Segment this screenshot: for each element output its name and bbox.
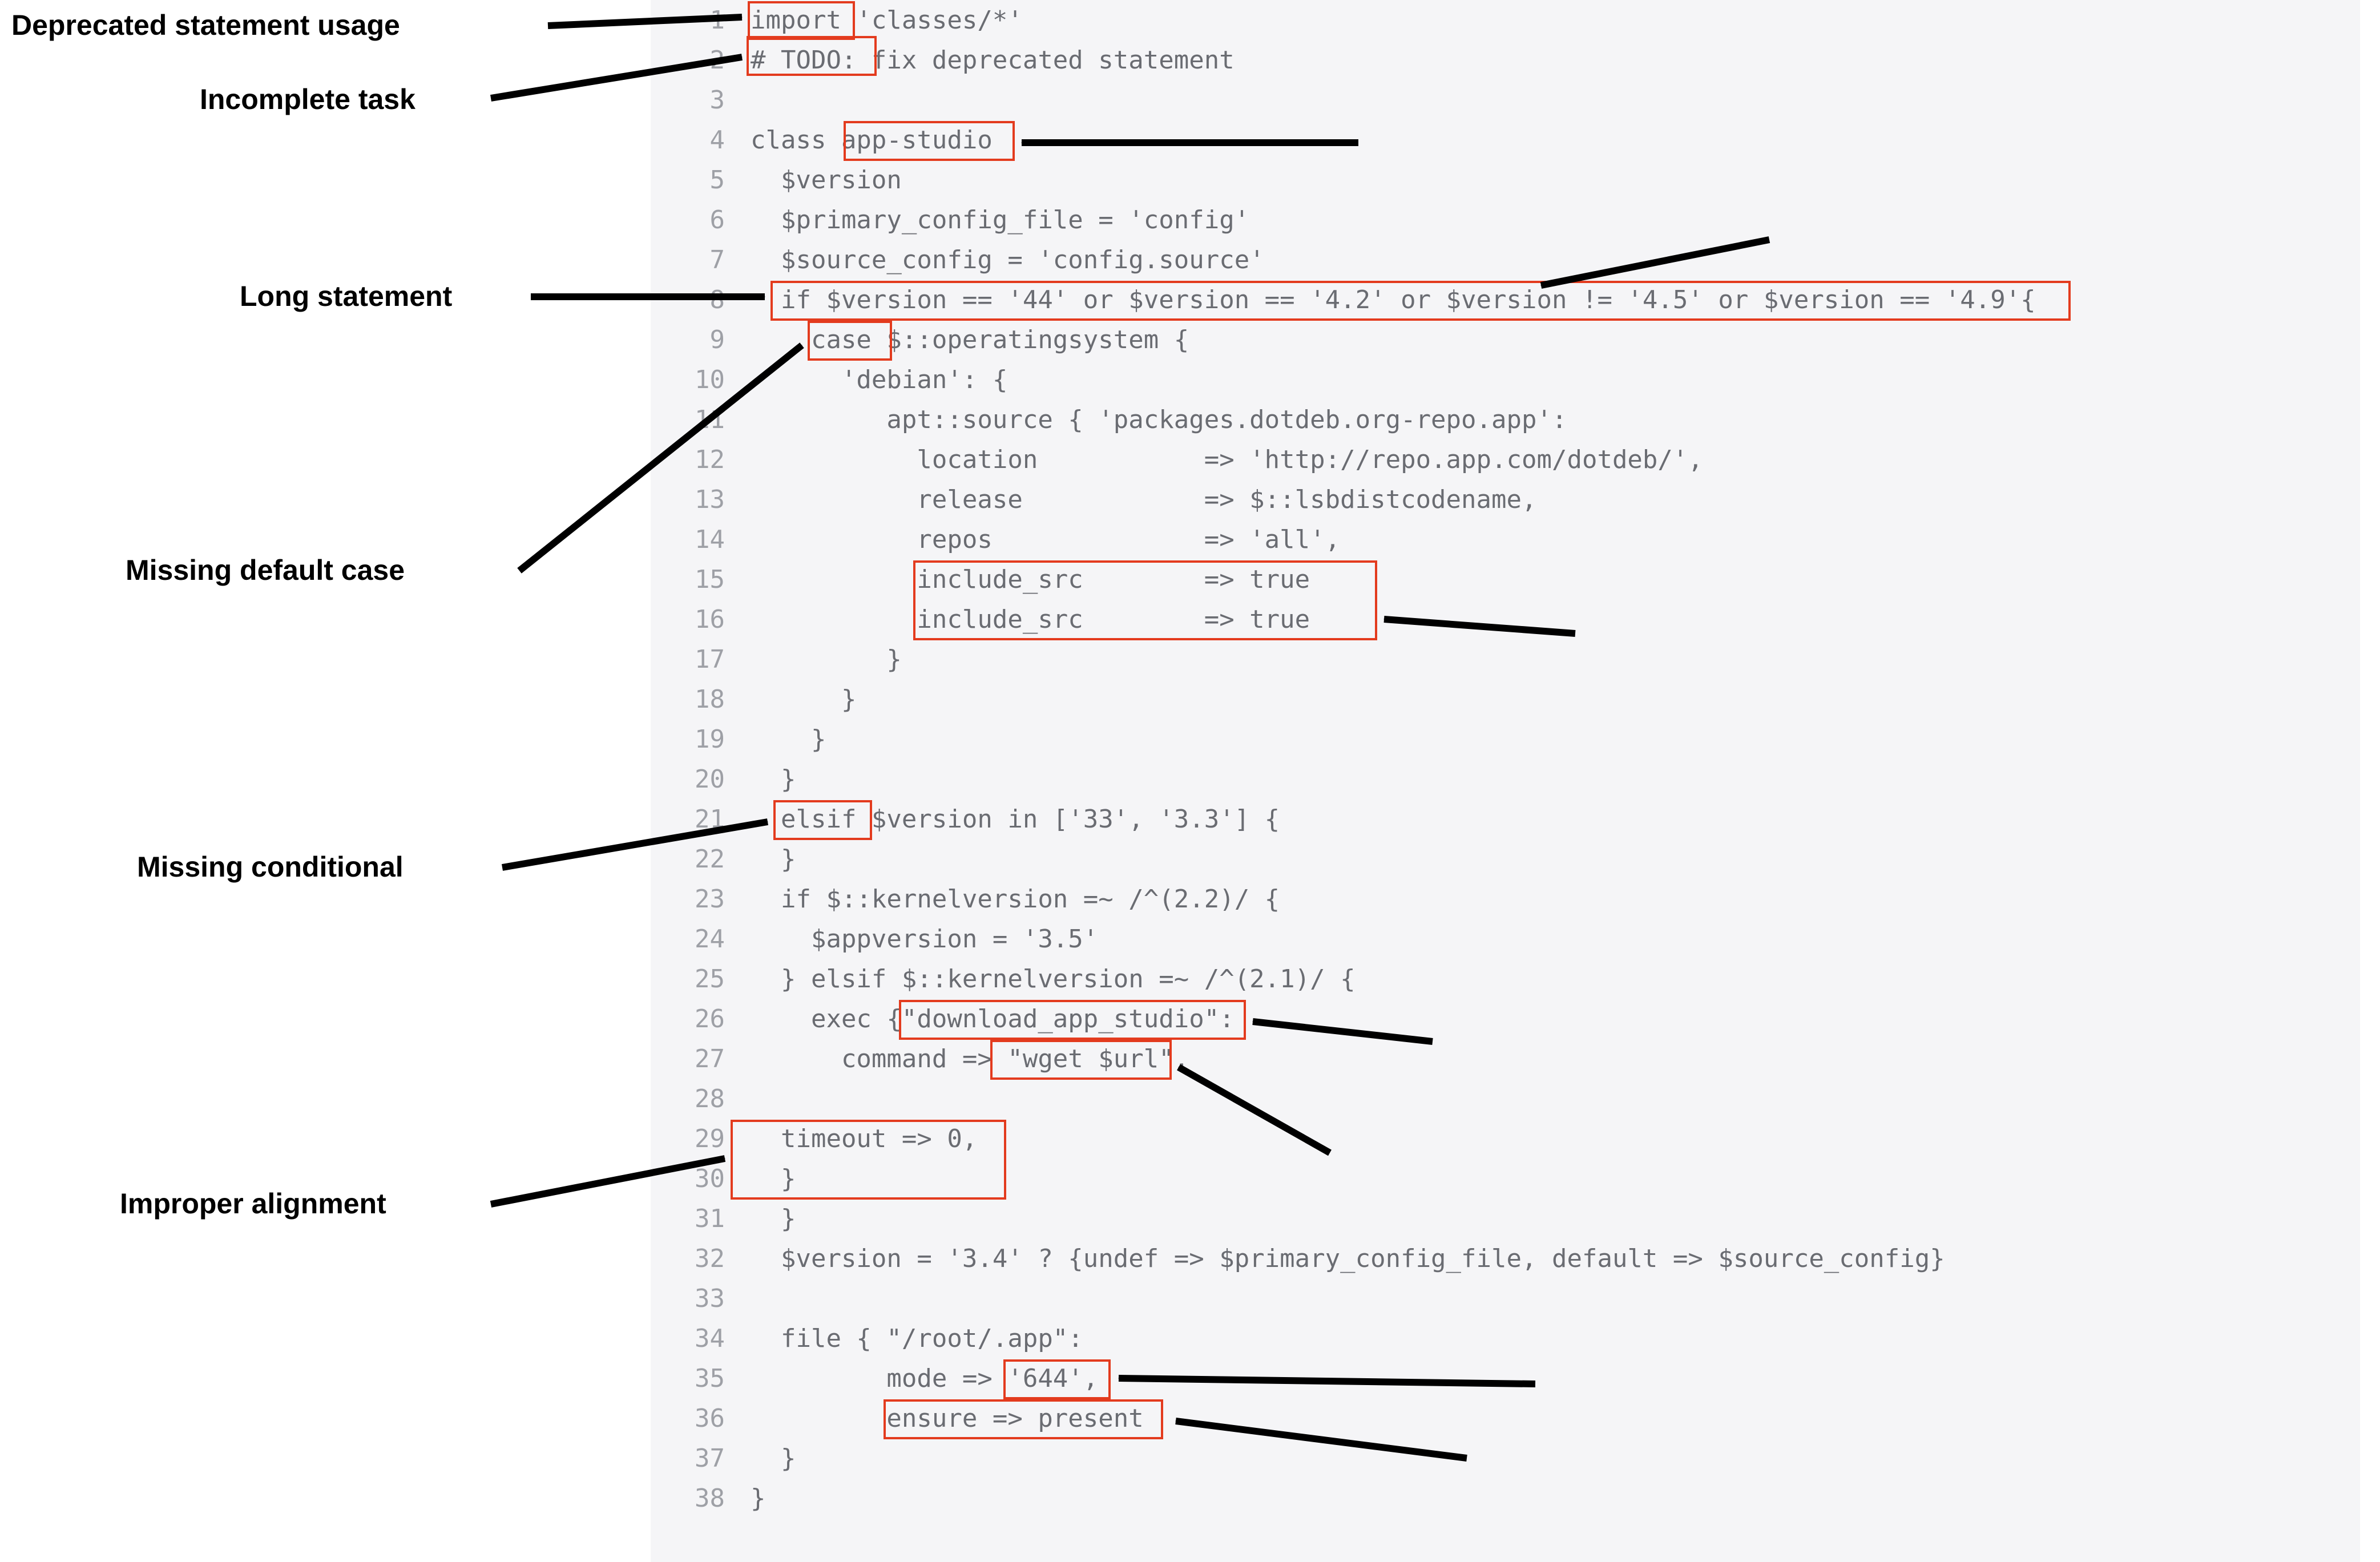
lineno: 33 bbox=[651, 1284, 725, 1313]
label-improper-align: Improper alignment bbox=[120, 1187, 386, 1220]
lineno: 20 bbox=[651, 765, 725, 794]
code-line: mode => '644', bbox=[751, 1364, 1098, 1393]
code-line: # TODO: fix deprecated statement bbox=[751, 46, 1235, 75]
lineno: 15 bbox=[651, 565, 725, 594]
code-line: import 'classes/*' bbox=[751, 6, 1023, 35]
code-line: } bbox=[751, 1164, 796, 1193]
lineno: 18 bbox=[651, 685, 725, 714]
code-line: } bbox=[751, 1484, 766, 1513]
lineno: 29 bbox=[651, 1124, 725, 1153]
code-line: $version = '3.4' ? {undef => $primary_co… bbox=[751, 1244, 1945, 1273]
lineno: 38 bbox=[651, 1484, 725, 1513]
lineno: 10 bbox=[651, 365, 725, 394]
code-line: } bbox=[751, 685, 856, 714]
code-line: 'debian': { bbox=[751, 365, 1007, 394]
code-line: ensure => present bbox=[751, 1404, 1144, 1433]
lineno: 2 bbox=[651, 46, 725, 75]
code-line: $primary_config_file = 'config' bbox=[751, 205, 1249, 235]
lineno: 11 bbox=[651, 405, 725, 434]
code-line: elsif $version in ['33', '3.3'] { bbox=[751, 805, 1280, 834]
code-line: } bbox=[751, 645, 902, 674]
lineno: 14 bbox=[651, 525, 725, 554]
label-deprecated: Deprecated statement usage bbox=[11, 9, 400, 42]
code-line: $version bbox=[751, 166, 902, 195]
code-line: include_src => true bbox=[751, 565, 1310, 594]
figure-root: Deprecated statement usage Incomplete ta… bbox=[0, 0, 2380, 1562]
code-line: location => 'http://repo.app.com/dotdeb/… bbox=[751, 445, 1703, 474]
lineno: 16 bbox=[651, 605, 725, 634]
lineno: 31 bbox=[651, 1204, 725, 1233]
code-pane: 1 2 3 4 5 6 7 8 9 10 11 12 13 14 15 16 1… bbox=[651, 0, 2360, 1562]
lineno: 37 bbox=[651, 1444, 725, 1473]
lineno: 27 bbox=[651, 1044, 725, 1073]
code-line: $source_config = 'config.source' bbox=[751, 245, 1265, 275]
lineno: 17 bbox=[651, 645, 725, 674]
lineno: 30 bbox=[651, 1164, 725, 1193]
lineno: 25 bbox=[651, 964, 725, 994]
code-line: apt::source { 'packages.dotdeb.org-repo.… bbox=[751, 405, 1567, 434]
lineno: 34 bbox=[651, 1324, 725, 1353]
code-line: $appversion = '3.5' bbox=[751, 925, 1098, 954]
code-line: repos => 'all', bbox=[751, 525, 1340, 554]
lineno: 28 bbox=[651, 1084, 725, 1113]
code-line: } bbox=[751, 845, 796, 874]
lineno: 1 bbox=[651, 6, 725, 35]
label-missing-default: Missing default case bbox=[126, 554, 405, 587]
lineno: 32 bbox=[651, 1244, 725, 1273]
lineno: 19 bbox=[651, 725, 725, 754]
lineno: 35 bbox=[651, 1364, 725, 1393]
lineno: 21 bbox=[651, 805, 725, 834]
code-line: if $version == '44' or $version == '4.2'… bbox=[751, 285, 2036, 314]
code-line: } bbox=[751, 765, 796, 794]
code-line: class app-studio bbox=[751, 126, 993, 155]
code-line: case $::operatingsystem { bbox=[751, 325, 1189, 354]
lineno: 7 bbox=[651, 245, 725, 275]
lineno: 13 bbox=[651, 485, 725, 514]
code-line: } elsif $::kernelversion =~ /^(2.1)/ { bbox=[751, 964, 1356, 994]
lineno: 5 bbox=[651, 166, 725, 195]
label-missing-cond: Missing conditional bbox=[137, 850, 404, 883]
gutter: 1 2 3 4 5 6 7 8 9 10 11 12 13 14 15 16 1… bbox=[651, 0, 736, 1562]
code-line: exec {"download_app_studio": bbox=[751, 1004, 1235, 1034]
code-line: command => "wget $url", bbox=[751, 1044, 1189, 1073]
code-line: release => $::lsbdistcodename, bbox=[751, 485, 1537, 514]
code-line: if $::kernelversion =~ /^(2.2)/ { bbox=[751, 885, 1280, 914]
code-line: } bbox=[751, 1444, 796, 1473]
code-line: } bbox=[751, 725, 826, 754]
lineno: 4 bbox=[651, 126, 725, 155]
label-long: Long statement bbox=[240, 280, 452, 313]
lineno: 6 bbox=[651, 205, 725, 235]
label-incomplete: Incomplete task bbox=[200, 83, 416, 116]
code-line: timeout => 0, bbox=[751, 1124, 977, 1153]
lineno: 3 bbox=[651, 86, 725, 115]
lineno: 36 bbox=[651, 1404, 725, 1433]
lineno: 24 bbox=[651, 925, 725, 954]
lineno: 8 bbox=[651, 285, 725, 314]
code-line: } bbox=[751, 1204, 796, 1233]
code-line: include_src => true bbox=[751, 605, 1310, 634]
lineno: 12 bbox=[651, 445, 725, 474]
lineno: 26 bbox=[651, 1004, 725, 1034]
lineno: 23 bbox=[651, 885, 725, 914]
lineno: 22 bbox=[651, 845, 725, 874]
code-line: file { "/root/.app": bbox=[751, 1324, 1083, 1353]
lineno: 9 bbox=[651, 325, 725, 354]
